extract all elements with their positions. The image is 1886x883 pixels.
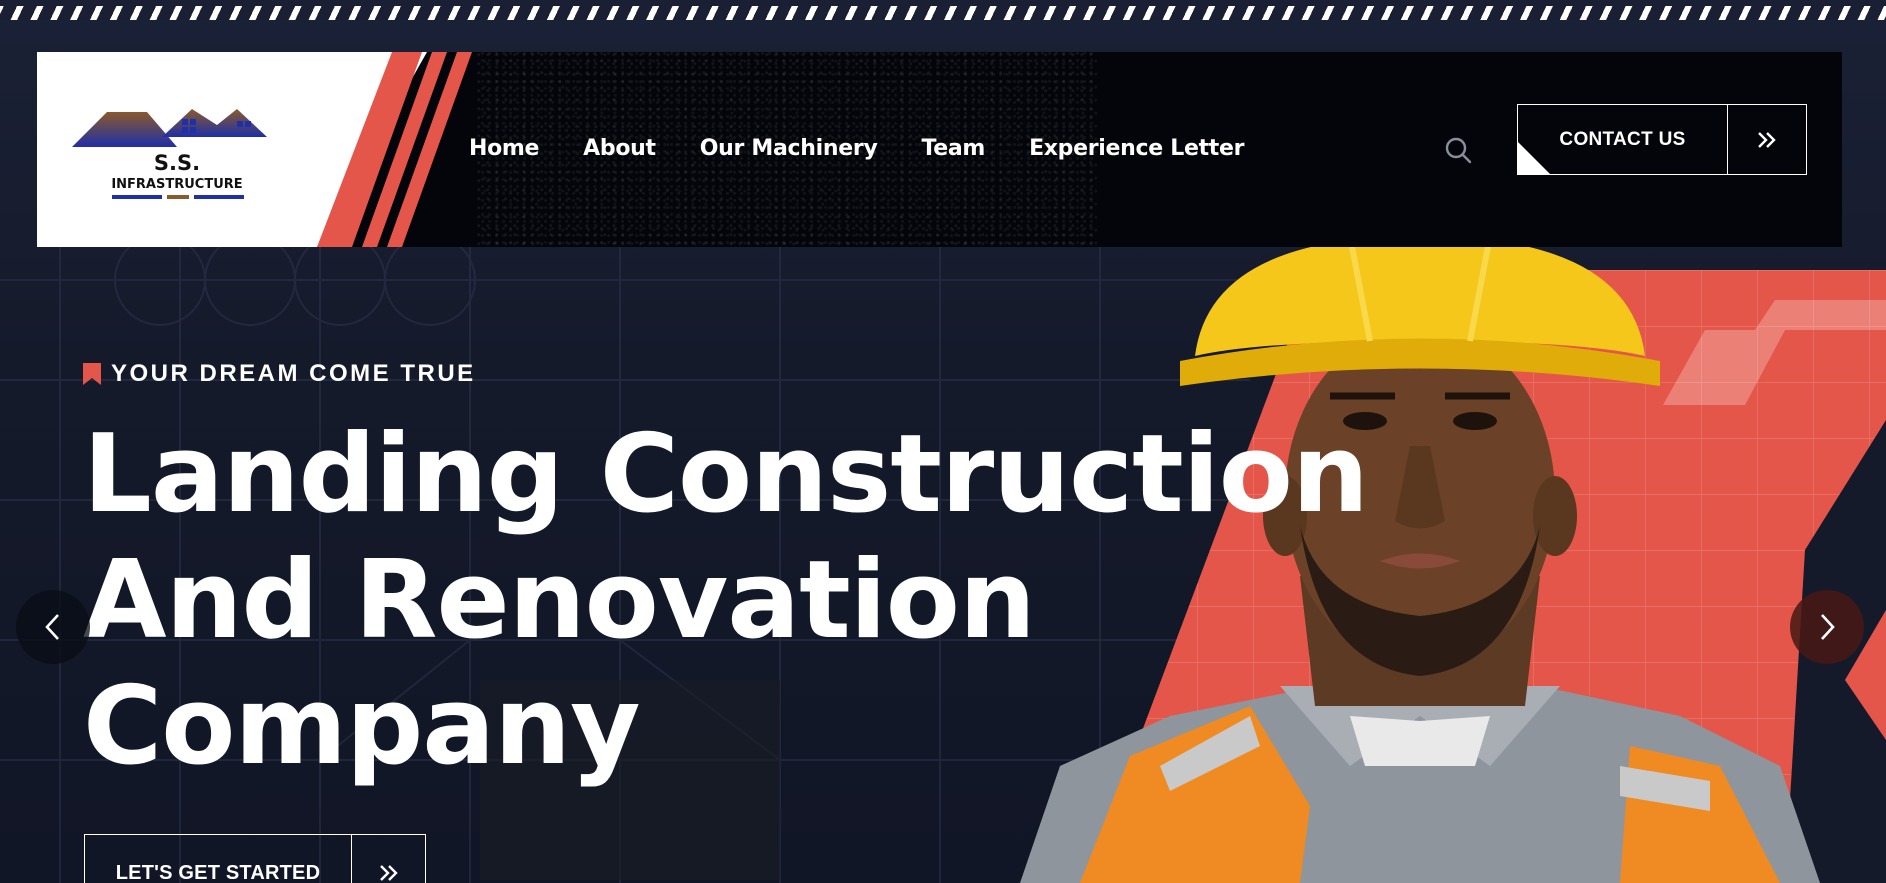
button-corner-accent — [1518, 142, 1550, 174]
get-started-button[interactable]: LET'S GET STARTED — [84, 834, 426, 883]
company-logo[interactable]: S.S. INFRASTRUCTURE — [67, 97, 287, 207]
nav-item-our-machinery[interactable]: Our Machinery — [700, 136, 878, 161]
nav-item-experience-letter[interactable]: Experience Letter — [1029, 136, 1244, 161]
hero-headline: Landing Construction And Renovation Comp… — [83, 412, 1383, 790]
headline-line-2: And Renovation — [83, 538, 1036, 663]
site-header: S.S. INFRASTRUCTURE Home About Our Machi… — [37, 52, 1842, 247]
get-started-label: LET'S GET STARTED — [85, 835, 352, 883]
logo-line2: INFRASTRUCTURE — [111, 177, 242, 192]
chevron-left-icon — [45, 614, 59, 640]
headline-line-3: Company — [83, 664, 640, 789]
tagline-text: YOUR DREAM COME TRUE — [111, 360, 476, 387]
search-icon[interactable] — [1442, 134, 1474, 166]
headline-line-1: Landing Construction — [83, 412, 1369, 537]
nav-item-about[interactable]: About — [583, 136, 656, 161]
top-border-band — [0, 0, 1886, 6]
contact-us-label-box: CONTACT US — [1518, 105, 1728, 174]
page: S.S. INFRASTRUCTURE Home About Our Machi… — [0, 0, 1886, 883]
slider-next-button[interactable] — [1790, 590, 1864, 664]
get-started-arrow-box — [352, 835, 425, 883]
nav-item-team[interactable]: Team — [921, 136, 985, 161]
main-nav: Home About Our Machinery Team Experience… — [469, 136, 1288, 161]
double-chevron-right-icon — [379, 865, 398, 881]
hero-tagline: YOUR DREAM COME TRUE — [83, 360, 476, 388]
contact-arrow-box — [1728, 130, 1806, 150]
bookmark-icon — [83, 363, 101, 385]
logo-line1: S.S. — [154, 151, 200, 175]
contact-us-button[interactable]: CONTACT US — [1517, 104, 1807, 175]
contact-us-label: CONTACT US — [1559, 128, 1686, 150]
double-chevron-right-icon — [1758, 131, 1776, 148]
slider-prev-button[interactable] — [16, 590, 90, 664]
nav-item-home[interactable]: Home — [469, 136, 539, 161]
chevron-right-icon — [1821, 614, 1835, 640]
